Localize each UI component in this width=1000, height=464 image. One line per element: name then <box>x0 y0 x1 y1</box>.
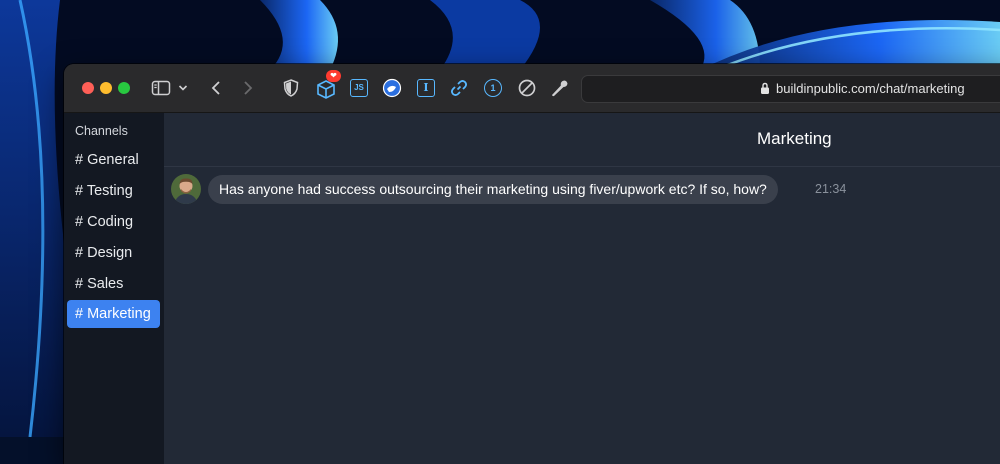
wrench-icon[interactable] <box>548 76 572 100</box>
channel-title: Marketing <box>757 129 832 148</box>
forward-button-icon[interactable] <box>236 76 260 100</box>
channel-marketing[interactable]: # Marketing <box>67 300 160 328</box>
address-bar[interactable]: buildinpublic.com/chat/marketing <box>581 75 1000 103</box>
globe-extension-icon[interactable] <box>380 76 404 100</box>
sidebar-heading: Channels <box>75 124 128 138</box>
channel-design[interactable]: # Design <box>67 239 160 267</box>
message-bubble: Has anyone had success outsourcing their… <box>208 175 778 204</box>
notification-badge: ❤ <box>326 70 341 82</box>
chat-main: Marketing Has anyone had success outsour… <box>164 113 1000 464</box>
message-timestamp: 21:34 <box>815 182 847 196</box>
browser-window: ❤ JS I 1 buildinpublic.com/chat/marketin… <box>64 64 1000 464</box>
back-button-icon[interactable] <box>204 76 228 100</box>
block-icon[interactable] <box>515 76 539 100</box>
channel-sales[interactable]: # Sales <box>67 270 160 298</box>
channel-coding[interactable]: # Coding <box>67 208 160 236</box>
channel-general[interactable]: # General <box>67 146 160 174</box>
link-icon[interactable] <box>447 76 471 100</box>
channel-testing[interactable]: # Testing <box>67 177 160 205</box>
privacy-shield-icon[interactable] <box>279 76 303 100</box>
chevron-down-icon[interactable] <box>174 76 192 100</box>
text-cursor-extension-icon[interactable]: I <box>414 76 438 100</box>
javascript-toggle-icon[interactable]: JS <box>347 76 371 100</box>
sidebar-toggle-icon[interactable] <box>149 76 173 100</box>
browser-toolbar: ❤ JS I 1 buildinpublic.com/chat/marketin… <box>64 64 1000 113</box>
package-extension-icon[interactable]: ❤ <box>314 70 341 100</box>
password-manager-icon[interactable]: 1 <box>481 76 505 100</box>
url-text: buildinpublic.com/chat/marketing <box>776 81 965 96</box>
lock-icon <box>761 82 769 94</box>
avatar[interactable] <box>171 174 201 204</box>
close-window-button[interactable] <box>82 82 94 94</box>
minimize-window-button[interactable] <box>100 82 112 94</box>
zoom-window-button[interactable] <box>118 82 130 94</box>
channel-sidebar: Channels # General # Testing # Coding # … <box>64 113 164 464</box>
chat-header: Marketing <box>164 113 1000 167</box>
